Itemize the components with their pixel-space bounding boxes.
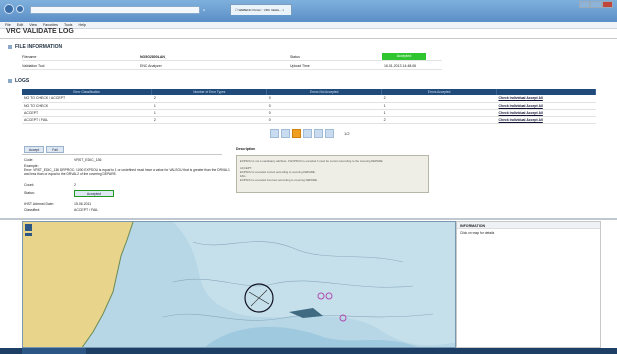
menu-bar: File Edit View Favorites Tools Help: [0, 22, 617, 29]
code-label: Code:: [24, 158, 34, 162]
info-row-filename: Filename NO5G2800LAN_ Status Accepted: [22, 53, 442, 61]
cell-types: 2: [151, 116, 267, 124]
cell-accepted: 2: [381, 95, 497, 103]
prev-page-button[interactable]: [281, 129, 290, 138]
check-individual-link[interactable]: Check Individual: [499, 118, 526, 122]
upload-time-value: 16.01.2013 14:48:06: [384, 64, 417, 68]
tab-active[interactable]: ☐ WEBENC Portal :: VRC Valida... ×: [230, 4, 292, 15]
logs-header: LOGS: [8, 78, 29, 84]
count-value: 2: [74, 183, 76, 187]
check-individual-link[interactable]: Check Individual: [499, 111, 526, 115]
tab-inactive[interactable]: H: [203, 6, 227, 14]
cell-classification: NO TO CHECK: [22, 102, 152, 110]
filename-value: NO5G2800LAN_: [140, 55, 167, 59]
count-label: Count:: [24, 183, 35, 187]
admin-date-label: IHST Admnst Date:: [24, 202, 54, 206]
classified-value: ACCEPT / FAIL: [74, 208, 99, 212]
cell-accepted: 1: [381, 102, 497, 110]
zoom-in-button[interactable]: [25, 224, 32, 231]
address-bar[interactable]: [30, 6, 200, 14]
info-panel-header: INFORMATION: [457, 222, 600, 229]
tab-accept[interactable]: Accept: [24, 146, 44, 153]
menu-tools[interactable]: Tools: [64, 23, 72, 27]
page-2-button[interactable]: [303, 129, 312, 138]
chart-map[interactable]: [22, 221, 456, 348]
status-label: Status: [290, 55, 300, 59]
accept-all-link[interactable]: Accept All: [526, 104, 542, 108]
file-info-header: FILE INFORMATION: [8, 44, 62, 50]
page-1-button[interactable]: [292, 129, 301, 138]
info-panel: INFORMATION Click on map for details: [456, 221, 601, 348]
status-badge: Accepted: [382, 53, 426, 60]
menu-file[interactable]: File: [5, 23, 11, 27]
minimize-icon[interactable]: [579, 1, 591, 8]
footer-bar: [0, 348, 617, 354]
divider: [0, 38, 617, 39]
info-row-tool: Validation Tool ENC Analyzer Upload Time…: [22, 62, 442, 70]
cell-types: 2: [151, 95, 267, 103]
window-controls: [579, 1, 613, 9]
description-line: EXPSOU is encoded incorrect according to…: [240, 178, 318, 182]
table-row: NO TO CHECK / ACCEPT 2 0 2 Check Individ…: [22, 95, 596, 103]
cell-accepted: 1: [381, 109, 497, 117]
cell-classification: ACCEPT: [22, 109, 152, 117]
cell-classification: ACCEPT / FAIL: [22, 116, 152, 124]
accept-all-link[interactable]: Accept All: [526, 96, 542, 100]
pagination: [270, 129, 334, 138]
cell-not-accepted: 0: [266, 109, 382, 117]
cell-not-accepted: 0: [266, 116, 382, 124]
next-page-button[interactable]: [314, 129, 323, 138]
admin-date-value: 15.06.2011: [74, 202, 92, 206]
page-title: VRC VALIDATE LOG: [6, 28, 74, 35]
divider: [22, 154, 222, 155]
table-row: NO TO CHECK 1 0 1 Check Individual Accep…: [22, 102, 596, 110]
validation-tool-label: Validation Tool: [22, 64, 45, 68]
accept-all-link[interactable]: Accept All: [526, 111, 542, 115]
menu-view[interactable]: View: [29, 23, 37, 27]
close-icon[interactable]: [601, 1, 613, 8]
description-box: EXPSOU is not a mandatory attribute. If …: [236, 155, 429, 193]
section-icon: [8, 44, 12, 49]
menu-edit[interactable]: Edit: [17, 23, 23, 27]
map-canvas[interactable]: [23, 222, 456, 348]
last-page-button[interactable]: [325, 129, 334, 138]
cell-types: 1: [151, 109, 267, 117]
accept-all-link[interactable]: Accept All: [526, 118, 542, 122]
cell-classification: NO TO CHECK / ACCEPT: [22, 95, 152, 103]
browser-titlebar: H ☐ WEBENC Portal :: VRC Valida... ×: [0, 0, 617, 22]
footer-control[interactable]: [22, 348, 86, 354]
code-value: VRST_EDIC_136: [74, 158, 102, 162]
first-page-button[interactable]: [270, 129, 279, 138]
cell-not-accepted: 0: [266, 95, 382, 103]
classified-label: Classified:: [24, 208, 41, 212]
detail-status-badge: Accepted: [74, 190, 114, 197]
detail-status-label: Status:: [24, 191, 35, 195]
cell-accepted: 2: [381, 116, 497, 124]
forward-icon[interactable]: [16, 5, 24, 13]
upload-time-label: Upload Time: [290, 64, 310, 68]
back-icon[interactable]: [4, 4, 14, 14]
maximize-icon[interactable]: [590, 1, 602, 8]
menu-help[interactable]: Help: [79, 23, 86, 27]
info-panel-text: Click on map for details: [460, 231, 495, 235]
tab-fail[interactable]: Fail: [46, 146, 64, 153]
check-individual-link[interactable]: Check Individual: [499, 96, 526, 100]
description-label: Description: [236, 147, 256, 151]
section-icon: [8, 78, 12, 83]
cell-types: 1: [151, 102, 267, 110]
filename-label: Filename: [22, 55, 37, 59]
menu-favorites[interactable]: Favorites: [43, 23, 58, 27]
check-individual-link[interactable]: Check Individual: [499, 104, 526, 108]
table-row: ACCEPT 1 0 1 Check Individual Accept All: [22, 109, 596, 117]
logs-table: Error Classification Number of Error Typ…: [22, 89, 596, 124]
divider: [0, 218, 617, 220]
zoom-slider[interactable]: [25, 233, 32, 236]
page-indicator: 1/2: [344, 131, 350, 136]
table-row: ACCEPT / FAIL 2 0 2 Check Individual Acc…: [22, 116, 596, 124]
validation-tool-value: ENC Analyzer: [140, 64, 162, 68]
cell-not-accepted: 0: [266, 102, 382, 110]
example-text: Error: VRST_EDIC_136 DRPROC: 1000 EXPSOU…: [24, 168, 230, 177]
